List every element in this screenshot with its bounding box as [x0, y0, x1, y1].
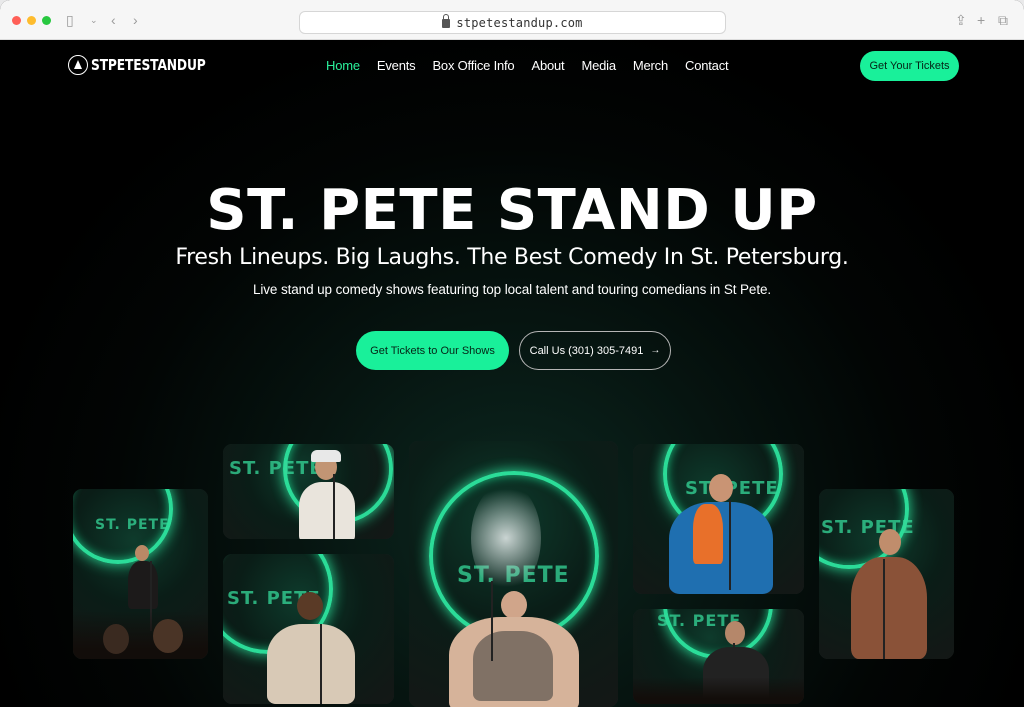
forward-icon[interactable]: ›: [133, 12, 138, 28]
logo-icon: [68, 55, 88, 75]
nav-home[interactable]: Home: [326, 58, 360, 73]
get-tickets-button[interactable]: Get Tickets to Our Shows: [356, 331, 509, 370]
new-tab-icon[interactable]: +: [977, 12, 985, 28]
gallery-photo-comedian-7[interactable]: ST. PETE: [819, 489, 954, 659]
minimize-window-button[interactable]: [27, 16, 36, 25]
gallery-photo-comedian-3[interactable]: ST. PETE: [223, 554, 394, 704]
nav-box-office-info[interactable]: Box Office Info: [432, 58, 514, 73]
hero-description: Live stand up comedy shows featuring top…: [252, 282, 772, 297]
nav-merch[interactable]: Merch: [633, 58, 668, 73]
gallery-photo-comedian-2[interactable]: ST. PETE: [223, 444, 394, 539]
nav-about[interactable]: About: [531, 58, 564, 73]
address-bar[interactable]: stpetestandup.com: [299, 11, 726, 34]
sidebar-icon[interactable]: ▯: [66, 12, 74, 28]
gallery-photo-comedian-1[interactable]: ST. PETE: [73, 489, 208, 659]
nav-media[interactable]: Media: [581, 58, 616, 73]
arrow-right-icon: →: [650, 345, 661, 356]
share-icon[interactable]: ⇪: [955, 12, 967, 28]
nav-contact[interactable]: Contact: [685, 58, 729, 73]
close-window-button[interactable]: [12, 16, 21, 25]
logo-text: STPETESTANDUP: [91, 56, 206, 74]
main-nav: Home Events Box Office Info About Media …: [326, 58, 745, 73]
chevron-down-icon[interactable]: ⌄: [90, 12, 98, 28]
zoom-window-button[interactable]: [42, 16, 51, 25]
hero-title: ST. PETE STAND UP: [206, 178, 818, 243]
browser-window: ▯ ⌄ ‹ › stpetestandup.com ⇪ + ⧉ STPETEST…: [0, 0, 1024, 707]
url-text: stpetestandup.com: [456, 15, 583, 30]
site-logo[interactable]: STPETESTANDUP: [68, 55, 231, 75]
nav-events[interactable]: Events: [377, 58, 416, 73]
back-icon[interactable]: ‹: [111, 12, 116, 28]
gallery-photo-comedian-5[interactable]: ST. PETE: [633, 444, 804, 594]
call-us-button[interactable]: Call Us (301) 305-7491 →: [519, 331, 671, 370]
tab-overview-icon[interactable]: ⧉: [998, 12, 1008, 28]
gallery-photo-comedian-6[interactable]: ST. PETE: [633, 609, 804, 704]
hero-subtitle: Fresh Lineups. Big Laughs. The Best Come…: [175, 245, 849, 270]
call-us-label: Call Us (301) 305-7491: [529, 344, 644, 357]
get-your-tickets-button[interactable]: Get Your Tickets: [860, 51, 959, 81]
gallery-photo-comedian-4[interactable]: ST. PETE: [409, 441, 618, 707]
web-page: STPETESTANDUP Home Events Box Office Inf…: [0, 40, 1024, 707]
lock-icon: [442, 14, 451, 28]
browser-toolbar: ▯ ⌄ ‹ › stpetestandup.com ⇪ + ⧉: [0, 0, 1024, 40]
